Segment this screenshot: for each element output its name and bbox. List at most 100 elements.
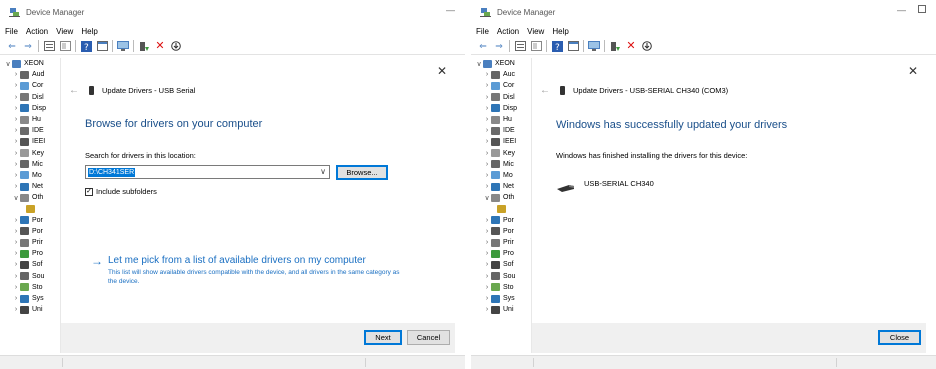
menu-help[interactable]: Help <box>81 27 97 36</box>
chevron-right-icon[interactable]: › <box>12 82 20 89</box>
chevron-right-icon[interactable]: › <box>12 250 20 257</box>
device-list-icon[interactable] <box>59 40 71 52</box>
maximize-button[interactable] <box>918 5 926 13</box>
forward-arrow-icon[interactable]: ⇒ <box>493 40 505 52</box>
tree-item[interactable]: › Por <box>0 215 62 226</box>
tree-item[interactable]: › Uni <box>0 304 62 315</box>
menu-file[interactable]: File <box>5 27 18 36</box>
monitor-icon[interactable] <box>117 40 129 52</box>
chevron-right-icon[interactable]: › <box>12 239 20 246</box>
tree-item[interactable]: › Net <box>471 181 533 192</box>
uninstall-icon[interactable]: ✕ <box>154 40 166 52</box>
chevron-down-icon[interactable]: ∨ <box>483 194 491 202</box>
tree-item[interactable]: › Sof <box>471 259 533 270</box>
chevron-right-icon[interactable]: › <box>12 172 20 179</box>
tree-item[interactable]: › Net <box>0 181 62 192</box>
chevron-right-icon[interactable]: › <box>12 295 20 302</box>
close-button[interactable]: Close <box>878 330 921 345</box>
menu-action[interactable]: Action <box>497 27 519 36</box>
chevron-right-icon[interactable]: › <box>12 127 20 134</box>
chevron-right-icon[interactable]: › <box>483 183 491 190</box>
help-icon[interactable]: ? <box>80 40 92 52</box>
close-icon[interactable]: ✕ <box>908 64 918 78</box>
tree-item[interactable]: ∨ Oth <box>0 192 62 203</box>
minimize-button[interactable]: — <box>446 5 455 15</box>
tree-root[interactable]: ∨ XEON <box>0 58 62 69</box>
title-bar[interactable]: Device Manager — <box>0 0 465 24</box>
cancel-button[interactable]: Cancel <box>407 330 450 345</box>
tree-item[interactable]: › Hu <box>471 114 533 125</box>
chevron-right-icon[interactable]: › <box>12 138 20 145</box>
chevron-right-icon[interactable]: › <box>483 71 491 78</box>
include-subfolders-checkbox[interactable]: ✓ Include subfolders <box>85 187 157 196</box>
tree-item[interactable]: › Por <box>471 215 533 226</box>
chevron-down-icon[interactable]: ∨ <box>320 167 326 176</box>
chevron-right-icon[interactable]: › <box>483 306 491 313</box>
tree-item[interactable] <box>0 203 62 214</box>
tree-item[interactable]: › Mic <box>471 159 533 170</box>
properties-icon[interactable] <box>43 40 55 52</box>
help-icon[interactable]: ? <box>551 40 563 52</box>
chevron-right-icon[interactable]: › <box>483 150 491 157</box>
tree-item[interactable]: › Por <box>471 226 533 237</box>
tree-item[interactable]: › Mic <box>0 159 62 170</box>
tree-item[interactable]: › IDE <box>471 125 533 136</box>
device-list-icon[interactable] <box>530 40 542 52</box>
tree-item[interactable]: › Cor <box>471 80 533 91</box>
tree-item[interactable]: › Sto <box>0 282 62 293</box>
tree-item[interactable]: ∨ Oth <box>471 192 533 203</box>
chevron-right-icon[interactable]: › <box>483 138 491 145</box>
chevron-right-icon[interactable]: › <box>12 116 20 123</box>
chevron-right-icon[interactable]: › <box>483 94 491 101</box>
update-driver-icon[interactable] <box>609 40 621 52</box>
view-grid-icon[interactable] <box>567 40 579 52</box>
tree-item[interactable] <box>471 203 533 214</box>
title-bar[interactable]: Device Manager — <box>471 0 936 24</box>
menu-action[interactable]: Action <box>26 27 48 36</box>
tree-item[interactable]: › Mo <box>0 170 62 181</box>
tree-item[interactable]: › Key <box>0 148 62 159</box>
tree-item[interactable]: › IEEI <box>471 136 533 147</box>
chevron-right-icon[interactable]: › <box>483 161 491 168</box>
tree-item[interactable]: › Aud <box>0 69 62 80</box>
chevron-right-icon[interactable]: › <box>483 105 491 112</box>
chevron-right-icon[interactable]: › <box>12 183 20 190</box>
chevron-right-icon[interactable]: › <box>483 116 491 123</box>
close-icon[interactable]: ✕ <box>437 64 447 78</box>
tree-root[interactable]: ∨ XEON <box>471 58 533 69</box>
chevron-right-icon[interactable]: › <box>483 295 491 302</box>
minimize-button[interactable]: — <box>897 5 906 15</box>
back-arrow-icon[interactable]: ← <box>540 85 550 96</box>
browse-button[interactable]: Browse... <box>336 165 388 180</box>
chevron-right-icon[interactable]: › <box>12 161 20 168</box>
tree-item[interactable]: › Disp <box>0 103 62 114</box>
chevron-right-icon[interactable]: › <box>483 261 491 268</box>
menu-file[interactable]: File <box>476 27 489 36</box>
tree-item[interactable]: › Sof <box>0 259 62 270</box>
chevron-right-icon[interactable]: › <box>12 306 20 313</box>
chevron-right-icon[interactable]: › <box>12 150 20 157</box>
tree-item[interactable]: › Hu <box>0 114 62 125</box>
chevron-right-icon[interactable]: › <box>483 82 491 89</box>
tree-item[interactable]: › Mo <box>471 170 533 181</box>
tree-item[interactable]: › Disl <box>471 92 533 103</box>
checkmark-icon[interactable]: ✓ <box>85 187 93 196</box>
update-driver-icon[interactable] <box>138 40 150 52</box>
chevron-right-icon[interactable]: › <box>483 250 491 257</box>
chevron-right-icon[interactable]: › <box>483 284 491 291</box>
forward-arrow-icon[interactable]: ⇒ <box>22 40 34 52</box>
tree-item[interactable]: › Sou <box>0 271 62 282</box>
scan-download-icon[interactable] <box>641 40 653 52</box>
tree-item[interactable]: › Disl <box>0 92 62 103</box>
scan-download-icon[interactable] <box>170 40 182 52</box>
driver-path-input[interactable]: D:\CH341SER ∨ <box>85 165 330 179</box>
chevron-right-icon[interactable]: › <box>483 217 491 224</box>
tree-item[interactable]: › IEEI <box>0 136 62 147</box>
monitor-icon[interactable] <box>588 40 600 52</box>
properties-icon[interactable] <box>514 40 526 52</box>
tree-item[interactable]: › Por <box>0 226 62 237</box>
tree-item[interactable]: › Pro <box>0 248 62 259</box>
tree-item[interactable]: › Auc <box>471 69 533 80</box>
tree-item[interactable]: › Sys <box>0 293 62 304</box>
next-button[interactable]: Next <box>364 330 402 345</box>
